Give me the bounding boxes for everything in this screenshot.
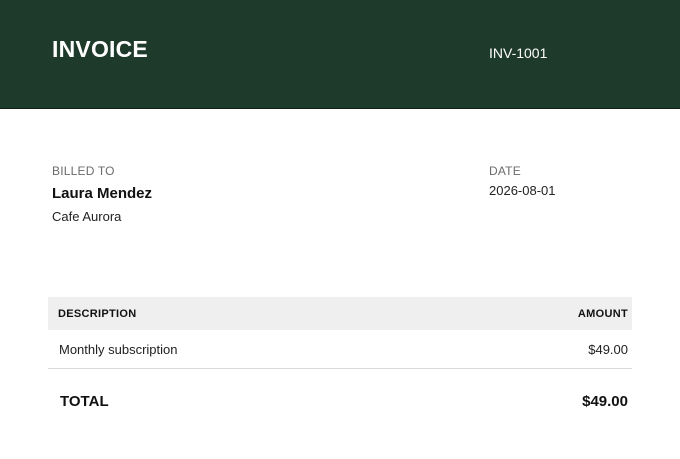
invoice-header: INVOICE INV-1001: [0, 0, 680, 109]
invoice-title: INVOICE: [52, 36, 148, 62]
table-header: DESCRIPTION AMOUNT: [48, 297, 632, 330]
description-column-header: DESCRIPTION: [58, 307, 137, 320]
invoice-page: INVOICE INV-1001 BILLED TO Laura Mendez …: [0, 0, 680, 459]
billed-to-label: BILLED TO: [52, 164, 115, 178]
table-row: Monthly subscription $49.00: [48, 330, 632, 369]
amount-column-header: AMOUNT: [577, 307, 628, 320]
item-amount: $49.00: [588, 341, 628, 357]
client-name: Laura Mendez: [52, 185, 153, 202]
line-items-table: DESCRIPTION AMOUNT Monthly subscription …: [48, 297, 632, 369]
total-label: TOTAL: [60, 393, 109, 410]
client-company: Cafe Aurora: [52, 209, 122, 224]
date-label: DATE: [489, 164, 521, 178]
total-value: $49.00: [582, 393, 628, 410]
item-description: Monthly subscription: [59, 341, 178, 357]
total-row: TOTAL $49.00: [48, 393, 632, 410]
invoice-date: 2026-08-01: [489, 183, 556, 198]
invoice-number: INV-1001: [489, 45, 548, 61]
